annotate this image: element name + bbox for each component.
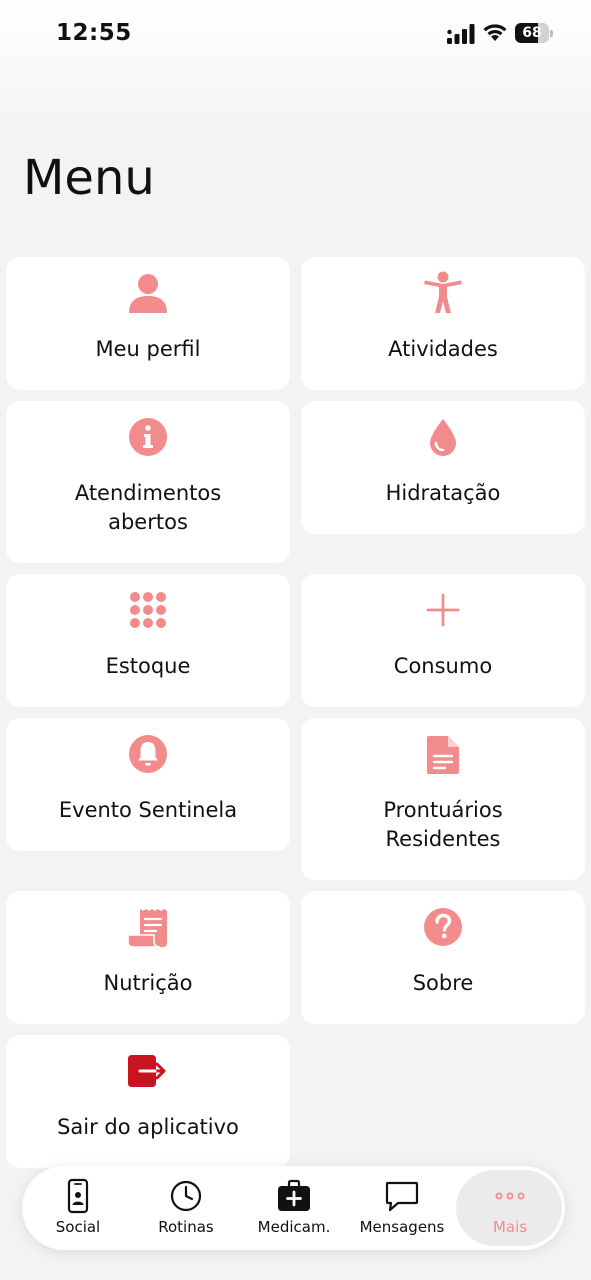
user-icon <box>129 274 167 313</box>
tab-label: Social <box>55 1218 101 1236</box>
tab-mensagens[interactable]: Mensagens <box>348 1166 456 1250</box>
menu-item-sobre[interactable]: Sobre <box>301 891 585 1024</box>
info-icon <box>129 418 167 456</box>
menu-item-hidratacao[interactable]: Hidratação <box>301 401 585 534</box>
medkit-icon <box>278 1179 310 1211</box>
menu-item-atendimentos-abertos[interactable]: Atendimentos abertos <box>6 401 290 563</box>
water-drop-icon <box>430 419 456 456</box>
menu-item-label: Nutrição <box>103 971 193 995</box>
menu-item-atividades[interactable]: Atividades <box>301 257 585 390</box>
menu-item-nutricao[interactable]: Nutrição <box>6 891 290 1024</box>
tab-label: Medicam. <box>257 1218 331 1236</box>
accessibility-icon <box>424 271 462 313</box>
menu-item-label: Consumo <box>393 654 493 678</box>
grid-dots-icon <box>130 592 166 628</box>
chat-icon <box>385 1181 419 1212</box>
status-bar: 12:55 68 <box>0 0 591 66</box>
menu-item-label: Hidratação <box>385 481 501 505</box>
menu-item-label: Sobre <box>412 971 474 995</box>
bottom-tab-bar: Social Rotinas Medicam. Mensagens Mais <box>22 1166 565 1250</box>
question-icon <box>424 908 462 946</box>
wifi-icon <box>483 24 507 41</box>
tab-rotinas[interactable]: Rotinas <box>132 1166 240 1250</box>
cellular-signal-icon <box>447 24 475 44</box>
menu-item-consumo[interactable]: Consumo <box>301 574 585 707</box>
document-icon <box>427 736 459 774</box>
menu-item-evento-sentinela[interactable]: Evento Sentinela <box>6 718 290 851</box>
receipt-icon <box>127 909 167 948</box>
logout-icon <box>128 1055 166 1087</box>
phone-user-icon <box>67 1178 89 1214</box>
menu-item-label: Sair do aplicativo <box>57 1115 239 1139</box>
page-title: Menu <box>23 150 155 206</box>
menu-item-estoque[interactable]: Estoque <box>6 574 290 707</box>
menu-item-label: Evento Sentinela <box>58 798 238 822</box>
plus-icon <box>426 593 460 627</box>
tab-mais[interactable]: Mais <box>456 1166 564 1250</box>
bell-icon <box>129 735 167 773</box>
menu-item-meu-perfil[interactable]: Meu perfil <box>6 257 290 390</box>
tab-label: Mensagens <box>359 1218 445 1236</box>
menu-item-label: Atendimentos abertos <box>74 481 222 534</box>
screen: 12:55 68 Menu Meu perfil Atividades Aten… <box>0 0 591 1280</box>
battery-icon: 68 <box>515 23 553 43</box>
more-dots-icon <box>495 1192 525 1200</box>
menu-item-label: Prontuários Residentes <box>383 798 503 851</box>
menu-item-sair-do-aplicativo[interactable]: Sair do aplicativo <box>6 1035 290 1168</box>
menu-item-prontuarios-residentes[interactable]: Prontuários Residentes <box>301 718 585 880</box>
tab-social[interactable]: Social <box>24 1166 132 1250</box>
status-time: 12:55 <box>56 20 132 46</box>
menu-item-label: Meu perfil <box>95 337 201 361</box>
menu-item-label: Estoque <box>105 654 191 678</box>
battery-level: 68 <box>522 25 542 41</box>
tab-label: Mais <box>492 1218 528 1236</box>
tab-label: Rotinas <box>158 1218 214 1236</box>
menu-item-label: Atividades <box>388 337 498 361</box>
clock-icon <box>170 1180 202 1212</box>
tab-medicam[interactable]: Medicam. <box>240 1166 348 1250</box>
